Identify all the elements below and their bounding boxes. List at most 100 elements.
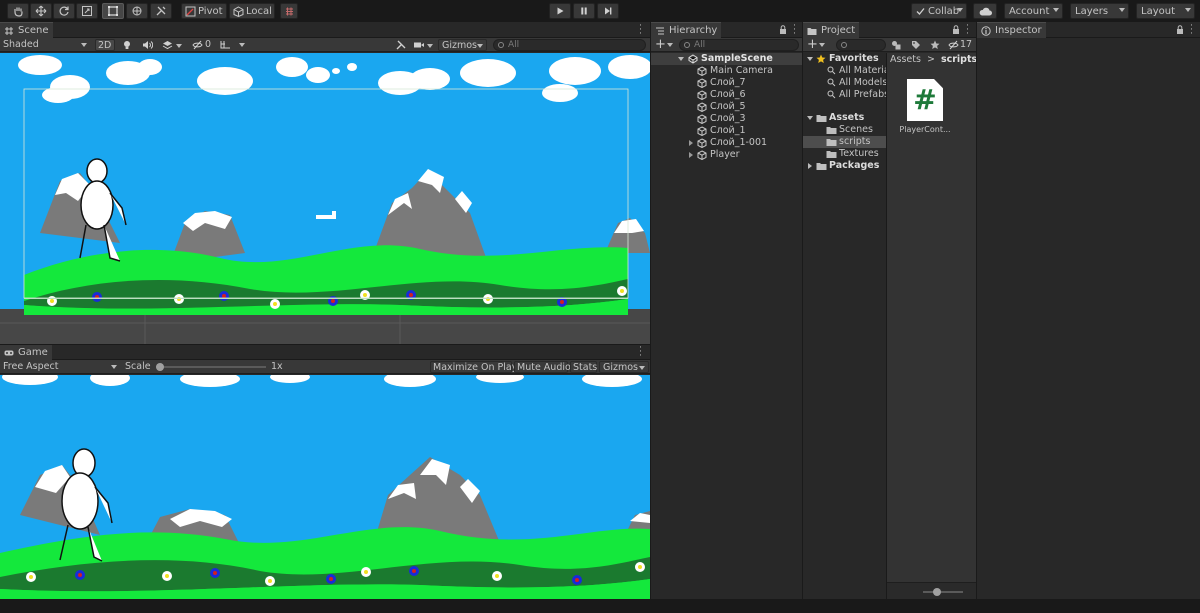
panel-splitter[interactable] <box>802 22 803 599</box>
create-dropdown[interactable]: + <box>655 37 673 52</box>
cloud-button[interactable] <box>973 3 997 19</box>
icon-size-slider-track[interactable] <box>923 588 963 596</box>
lighting-toggle-button[interactable] <box>122 40 132 50</box>
layout-dropdown[interactable]: Layout <box>1136 3 1195 19</box>
favorite-item[interactable]: All Materia <box>803 65 886 77</box>
local-toggle-button[interactable]: Local <box>229 3 275 19</box>
hierarchy-item[interactable]: Слой_3 <box>651 113 802 125</box>
packages-row[interactable]: Packages <box>803 160 886 172</box>
kebab-menu-icon[interactable]: · · · <box>639 344 642 361</box>
expand-arrow-icon[interactable] <box>689 140 693 146</box>
shading-mode-dropdown[interactable]: Shaded <box>0 39 90 51</box>
panel-splitter[interactable] <box>0 344 650 345</box>
hierarchy-item[interactable]: Слой_5 <box>651 101 802 113</box>
game-viewport[interactable] <box>0 375 650 599</box>
kebab-menu-icon[interactable]: · · · <box>793 22 796 39</box>
scene-viewport[interactable] <box>0 53 650 344</box>
lock-icon[interactable] <box>952 25 960 34</box>
camera-dropdown[interactable] <box>413 40 433 50</box>
favorites-row[interactable]: Favorites <box>803 53 886 65</box>
maximize-on-play-toggle[interactable]: Maximize On Play <box>430 361 517 373</box>
project-create-dropdown[interactable]: + <box>807 37 825 52</box>
account-dropdown[interactable]: Account <box>1004 3 1063 19</box>
tab-project[interactable]: Project <box>803 22 860 38</box>
kebab-menu-icon[interactable]: · · · <box>966 22 969 39</box>
tab-hierarchy[interactable]: Hierarchy <box>651 22 722 38</box>
scene-panel: Scene · · · Shaded 2D 0 Gizmos All <box>0 22 650 344</box>
scene-toolbar: Shaded 2D 0 Gizmos All <box>0 38 650 52</box>
icon-size-slider-thumb[interactable] <box>932 588 941 596</box>
favorite-item[interactable]: All Models <box>803 77 886 89</box>
panel-splitter[interactable] <box>976 22 977 599</box>
filter-type-button[interactable] <box>891 40 901 50</box>
asset-file-item[interactable]: # PlayerCont... <box>893 75 957 135</box>
chevron-down-icon <box>957 8 963 12</box>
hierarchy-search-input[interactable]: All <box>679 39 799 51</box>
expand-arrow-icon[interactable] <box>689 152 693 158</box>
aspect-dropdown[interactable]: Free Aspect <box>0 361 120 373</box>
play-button[interactable] <box>549 3 571 19</box>
transform-tool-button[interactable] <box>126 3 148 19</box>
panel-splitter[interactable] <box>650 22 651 599</box>
layout-label: Layout <box>1141 5 1175 17</box>
filter-label-button[interactable] <box>911 40 921 50</box>
tab-game[interactable]: Game <box>0 344 52 360</box>
hierarchy-item[interactable]: Player <box>651 149 802 161</box>
scale-tool-button[interactable] <box>76 3 98 19</box>
hierarchy-item[interactable]: Слой_7 <box>651 77 802 89</box>
kebab-menu-icon[interactable]: · · · <box>1190 22 1193 39</box>
lock-icon[interactable] <box>1176 25 1184 34</box>
grid-dropdown[interactable] <box>219 39 245 51</box>
project-search-input[interactable] <box>836 39 886 51</box>
pivot-toggle-button[interactable]: Pivot <box>181 3 227 19</box>
kebab-menu-icon[interactable]: · · · <box>639 22 642 39</box>
audio-toggle-button[interactable] <box>142 40 154 50</box>
move-tool-button[interactable] <box>30 3 52 19</box>
rotate-tool-button[interactable] <box>53 3 75 19</box>
favorite-filter-button[interactable] <box>930 40 940 50</box>
scene-tools-button[interactable] <box>395 40 406 50</box>
breadcrumb-current[interactable]: scripts <box>941 54 977 65</box>
hidden-objects-toggle[interactable]: 0 <box>192 39 216 51</box>
expand-arrow-icon[interactable] <box>678 57 684 61</box>
mute-audio-toggle[interactable]: Mute Audio <box>514 361 571 373</box>
asset-folder-item[interactable]: Textures <box>803 148 886 160</box>
toggle-2d-button[interactable]: 2D <box>95 39 115 51</box>
tab-inspector[interactable]: Inspector <box>977 22 1046 38</box>
scale-slider-thumb[interactable] <box>156 363 164 371</box>
expand-arrow-icon[interactable] <box>807 57 813 61</box>
hierarchy-item[interactable]: Main Camera <box>651 65 802 77</box>
rect-tool-button[interactable] <box>102 3 124 19</box>
grid-snap-button[interactable] <box>280 3 298 19</box>
scene-root-row[interactable]: SampleScene <box>651 53 802 65</box>
stats-toggle[interactable]: Stats <box>570 361 597 373</box>
effects-dropdown[interactable] <box>162 40 182 50</box>
assets-row[interactable]: Assets <box>803 112 886 124</box>
hierarchy-item[interactable]: Слой_1 <box>651 125 802 137</box>
game-gizmos-dropdown[interactable]: Gizmos <box>599 361 649 373</box>
hand-tool-button[interactable] <box>7 3 29 19</box>
hidden-count: 0 <box>205 39 212 50</box>
asset-folder-item[interactable]: Scenes <box>803 124 886 136</box>
expand-arrow-icon[interactable] <box>807 116 813 120</box>
collab-dropdown[interactable]: Collab <box>911 3 967 19</box>
favorite-item[interactable]: All Prefabs <box>803 89 886 101</box>
pause-button[interactable] <box>573 3 595 19</box>
inspector-tab-label: Inspector <box>995 25 1042 36</box>
hierarchy-item[interactable]: Слой_6 <box>651 89 802 101</box>
tab-scene[interactable]: Scene <box>0 22 53 38</box>
hierarchy-item[interactable]: Слой_1-001 <box>651 137 802 149</box>
step-button[interactable] <box>597 3 619 19</box>
scene-search-input[interactable]: All <box>493 39 646 51</box>
breadcrumb: Assets > scripts <box>890 54 977 66</box>
expand-arrow-icon[interactable] <box>808 163 812 169</box>
scene-gizmos-dropdown[interactable]: Gizmos <box>438 39 487 51</box>
layers-dropdown[interactable]: Layers <box>1070 3 1129 19</box>
project-hidden-toggle[interactable]: 17 <box>948 39 974 51</box>
custom-tool-button[interactable] <box>150 3 172 19</box>
scale-slider-track[interactable] <box>156 363 266 371</box>
asset-folder-item[interactable]: scripts <box>803 136 886 148</box>
scene-grid-icon <box>5 27 13 35</box>
lock-icon[interactable] <box>779 25 787 34</box>
breadcrumb-root[interactable]: Assets <box>890 54 921 65</box>
